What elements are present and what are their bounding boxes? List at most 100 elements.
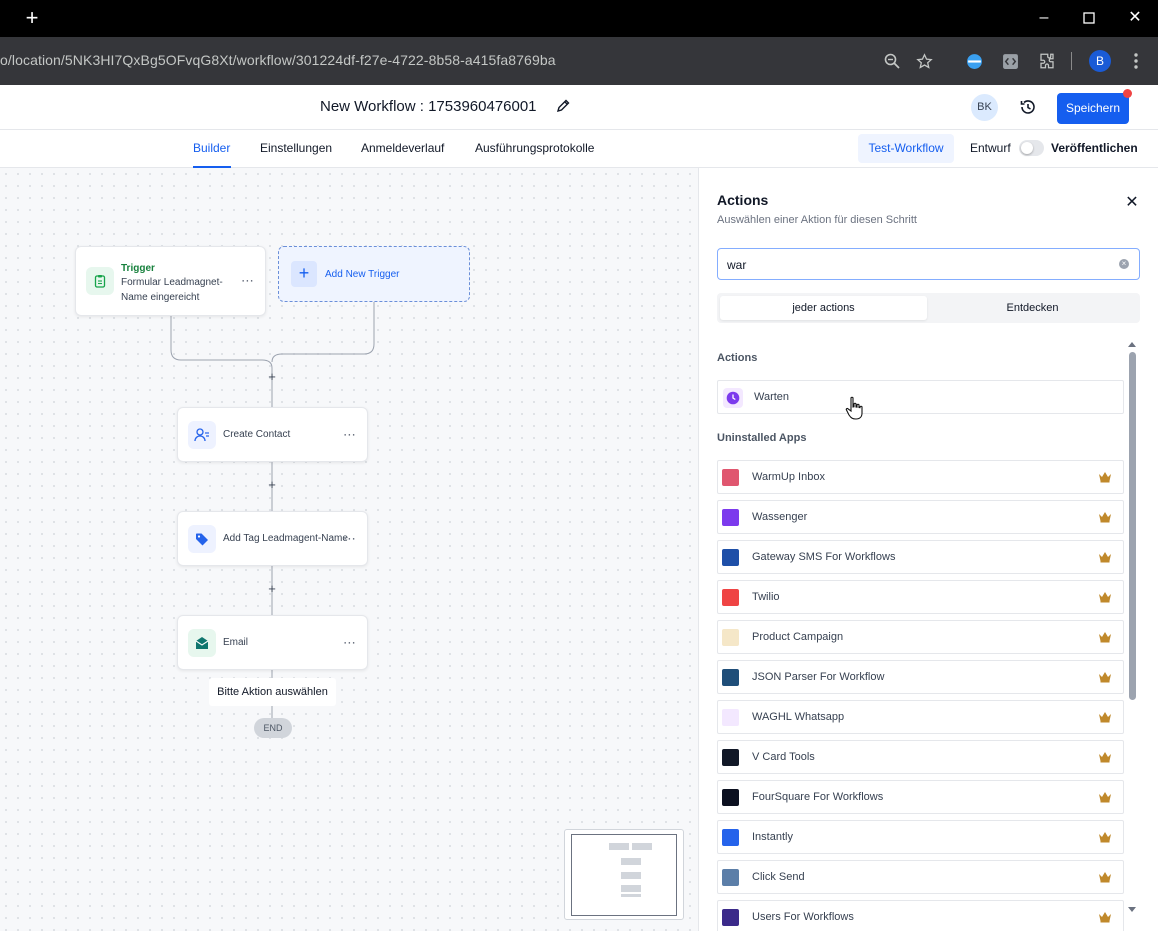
contact-icon bbox=[188, 421, 216, 449]
app-name: Click Send bbox=[752, 871, 805, 883]
app-name: Product Campaign bbox=[752, 631, 844, 643]
action-search-input[interactable]: war × bbox=[717, 248, 1140, 280]
app-item[interactable]: Product Campaign bbox=[717, 620, 1124, 654]
add-tag-node[interactable]: Add Tag Leadmagent-Name ⋯ bbox=[177, 511, 368, 566]
add-trigger-label: Add New Trigger bbox=[325, 269, 400, 280]
extensions-puzzle-icon[interactable] bbox=[1035, 49, 1059, 73]
app-item[interactable]: WAGHL Whatsapp bbox=[717, 700, 1124, 734]
browser-menu-icon[interactable] bbox=[1124, 49, 1148, 73]
app-logo-icon bbox=[722, 629, 739, 646]
app-name: JSON Parser For Workflow bbox=[752, 671, 885, 683]
premium-crown-icon bbox=[1099, 832, 1111, 843]
node-more-icon[interactable]: ⋯ bbox=[343, 635, 357, 651]
trigger-node[interactable]: Trigger Formular Leadmagnet- Name einger… bbox=[75, 246, 266, 316]
bookmark-star-icon[interactable] bbox=[912, 49, 936, 73]
premium-crown-icon bbox=[1099, 672, 1111, 683]
premium-crown-icon bbox=[1099, 912, 1111, 923]
history-icon[interactable] bbox=[1019, 98, 1037, 116]
panel-subtitle: Auswählen einer Aktion für diesen Schrit… bbox=[717, 214, 917, 226]
extension-code-icon[interactable] bbox=[998, 49, 1022, 73]
app-item[interactable]: WarmUp Inbox bbox=[717, 460, 1124, 494]
save-button[interactable]: Speichern bbox=[1057, 93, 1129, 124]
app-logo-icon bbox=[722, 789, 739, 806]
trigger-title: Trigger bbox=[121, 263, 155, 274]
draft-label: Entwurf bbox=[970, 141, 1011, 155]
canvas-minimap[interactable] bbox=[564, 829, 684, 920]
app-name: Users For Workflows bbox=[752, 911, 854, 923]
select-action-tooltip: Bitte Aktion auswählen bbox=[209, 678, 336, 706]
scroll-up-icon[interactable] bbox=[1127, 340, 1137, 348]
app-name: Twilio bbox=[752, 591, 780, 603]
action-item-warten[interactable]: Warten bbox=[717, 380, 1124, 414]
node-label: Add Tag Leadmagent-Name bbox=[223, 533, 348, 544]
app-item[interactable]: Twilio bbox=[717, 580, 1124, 614]
app-item[interactable]: V Card Tools bbox=[717, 740, 1124, 774]
scrollbar-thumb[interactable] bbox=[1129, 352, 1136, 700]
clear-search-icon[interactable]: × bbox=[1119, 259, 1129, 269]
node-label: Email bbox=[223, 637, 249, 648]
create-contact-node[interactable]: Create Contact ⋯ bbox=[177, 407, 368, 462]
app-logo-icon bbox=[722, 589, 739, 606]
premium-crown-icon bbox=[1099, 872, 1111, 883]
app-logo-icon bbox=[722, 869, 739, 886]
unsaved-indicator-dot bbox=[1123, 89, 1132, 98]
app-item[interactable]: Users For Workflows bbox=[717, 900, 1124, 931]
app-logo-icon bbox=[722, 829, 739, 846]
app-name: Wassenger bbox=[752, 511, 808, 523]
premium-crown-icon bbox=[1099, 552, 1111, 563]
profile-avatar[interactable]: B bbox=[1089, 50, 1111, 72]
premium-crown-icon bbox=[1099, 712, 1111, 723]
hand-cursor-icon bbox=[845, 396, 863, 420]
publish-toggle[interactable] bbox=[1019, 140, 1044, 156]
app-logo-icon bbox=[722, 549, 739, 566]
app-name: Instantly bbox=[752, 831, 793, 843]
plus-icon: + bbox=[291, 261, 317, 287]
tab-all-actions[interactable]: jeder actions bbox=[720, 296, 927, 320]
add-step-plus-icon[interactable]: + bbox=[266, 478, 278, 491]
add-step-plus-icon[interactable]: + bbox=[266, 370, 278, 383]
app-item[interactable]: Gateway SMS For Workflows bbox=[717, 540, 1124, 574]
test-workflow-button[interactable]: Test-Workflow bbox=[858, 134, 954, 163]
extension-globe-icon[interactable] bbox=[962, 49, 986, 73]
app-item[interactable]: FourSquare For Workflows bbox=[717, 780, 1124, 814]
app-name: FourSquare For Workflows bbox=[752, 791, 884, 803]
add-step-plus-icon[interactable]: + bbox=[266, 582, 278, 595]
maximize-icon[interactable] bbox=[1079, 8, 1099, 28]
trigger-line-1: Formular Leadmagnet- bbox=[121, 277, 223, 288]
minimize-icon[interactable]: – bbox=[1034, 8, 1054, 28]
actions-section-heading: Actions bbox=[717, 352, 758, 364]
app-logo-icon bbox=[722, 469, 739, 486]
email-node[interactable]: Email ⋯ bbox=[177, 615, 368, 670]
node-more-icon[interactable]: ⋯ bbox=[343, 531, 357, 547]
app-logo-icon bbox=[722, 669, 739, 686]
scroll-down-icon[interactable] bbox=[1127, 906, 1137, 914]
app-name: V Card Tools bbox=[752, 751, 815, 763]
trigger-line-2: Name eingereicht bbox=[121, 292, 200, 303]
app-logo-icon bbox=[722, 709, 739, 726]
user-avatar[interactable]: BK bbox=[971, 94, 998, 121]
app-item[interactable]: Click Send bbox=[717, 860, 1124, 894]
app-item[interactable]: JSON Parser For Workflow bbox=[717, 660, 1124, 694]
app-name: WAGHL Whatsapp bbox=[752, 711, 845, 723]
clock-icon bbox=[723, 388, 743, 408]
app-item[interactable]: Wassenger bbox=[717, 500, 1124, 534]
node-more-icon[interactable]: ⋯ bbox=[343, 427, 357, 443]
workflow-connectors bbox=[170, 302, 375, 718]
node-label: Create Contact bbox=[223, 429, 291, 440]
trigger-more-icon[interactable]: ⋯ bbox=[241, 273, 255, 289]
premium-crown-icon bbox=[1099, 792, 1111, 803]
action-name: Warten bbox=[754, 391, 790, 403]
app-item[interactable]: Instantly bbox=[717, 820, 1124, 854]
toolbar-divider bbox=[1071, 52, 1072, 70]
add-new-trigger-button[interactable]: + Add New Trigger bbox=[278, 246, 470, 302]
email-icon bbox=[188, 629, 216, 657]
minimap-viewport bbox=[571, 834, 677, 916]
close-icon[interactable]: ✕ bbox=[1124, 192, 1140, 212]
premium-crown-icon bbox=[1099, 752, 1111, 763]
premium-crown-icon bbox=[1099, 472, 1111, 483]
actions-panel: Actions Auswählen einer Aktion für diese… bbox=[698, 168, 1158, 931]
zoom-icon[interactable] bbox=[880, 49, 904, 73]
uninstalled-apps-heading: Uninstalled Apps bbox=[717, 432, 807, 444]
tab-discover[interactable]: Entdecken bbox=[929, 296, 1136, 320]
close-window-icon[interactable]: ✕ bbox=[1125, 8, 1145, 28]
